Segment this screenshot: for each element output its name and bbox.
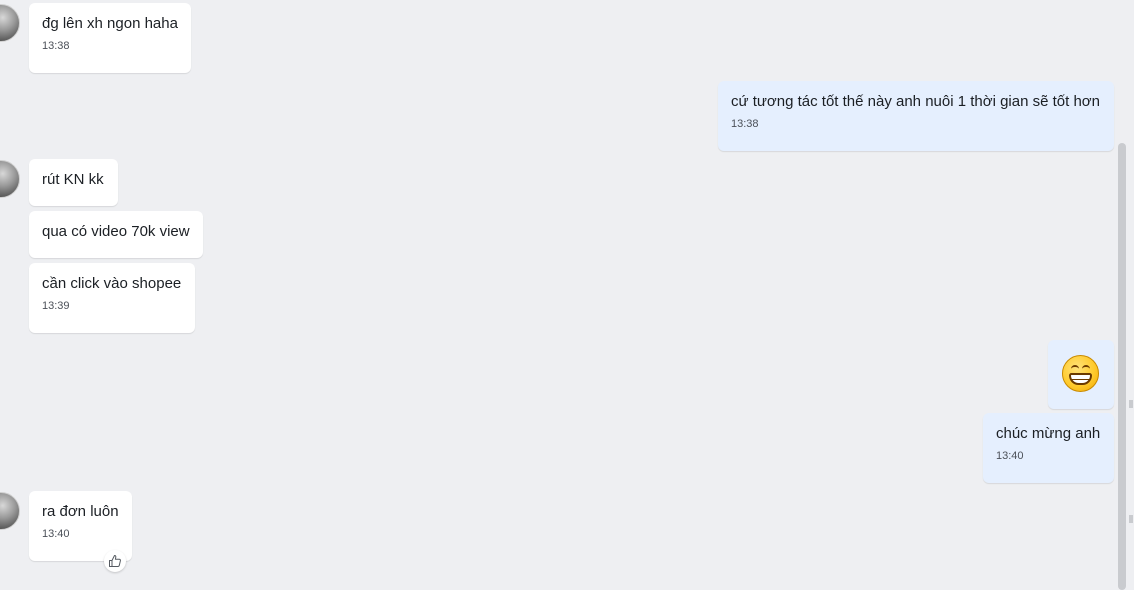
scroll-edge-mark (1129, 515, 1133, 523)
message-time: 13:40 (42, 528, 70, 540)
message-text: đg lên xh ngon haha (42, 15, 178, 32)
grinning-face-emoji-icon (1062, 355, 1099, 392)
message-text: cứ tương tác tốt thế này anh nuôi 1 thời… (731, 93, 1100, 110)
contact-avatar[interactable] (0, 492, 20, 530)
message-time: 13:39 (42, 300, 70, 312)
message-bubble-incoming[interactable]: qua có video 70k view (29, 211, 203, 258)
message-bubble-incoming[interactable]: đg lên xh ngon haha 13:38 (29, 3, 191, 73)
chat-conversation: đg lên xh ngon haha 13:38 cứ tương tác t… (0, 0, 1134, 590)
message-text: chúc mừng anh (996, 425, 1101, 442)
message-text: rút KN kk (42, 171, 104, 188)
message-time: 13:38 (731, 118, 759, 130)
message-bubble-incoming[interactable]: rút KN kk (29, 159, 118, 206)
message-time: 13:40 (996, 450, 1024, 462)
contact-avatar[interactable] (0, 4, 20, 42)
message-time: 13:38 (42, 40, 70, 52)
scroll-edge-mark (1129, 400, 1133, 408)
message-text: ra đơn luôn (42, 503, 119, 520)
scrollbar[interactable] (1118, 143, 1126, 590)
message-bubble-incoming[interactable]: cần click vào shopee 13:39 (29, 263, 195, 333)
message-bubble-outgoing[interactable]: chúc mừng anh 13:40 (983, 413, 1114, 483)
message-text: qua có video 70k view (42, 223, 190, 240)
message-bubble-outgoing[interactable]: cứ tương tác tốt thế này anh nuôi 1 thời… (718, 81, 1114, 151)
contact-avatar[interactable] (0, 160, 20, 198)
message-text: cần click vào shopee (42, 275, 182, 292)
thumbs-up-icon[interactable] (104, 550, 126, 572)
